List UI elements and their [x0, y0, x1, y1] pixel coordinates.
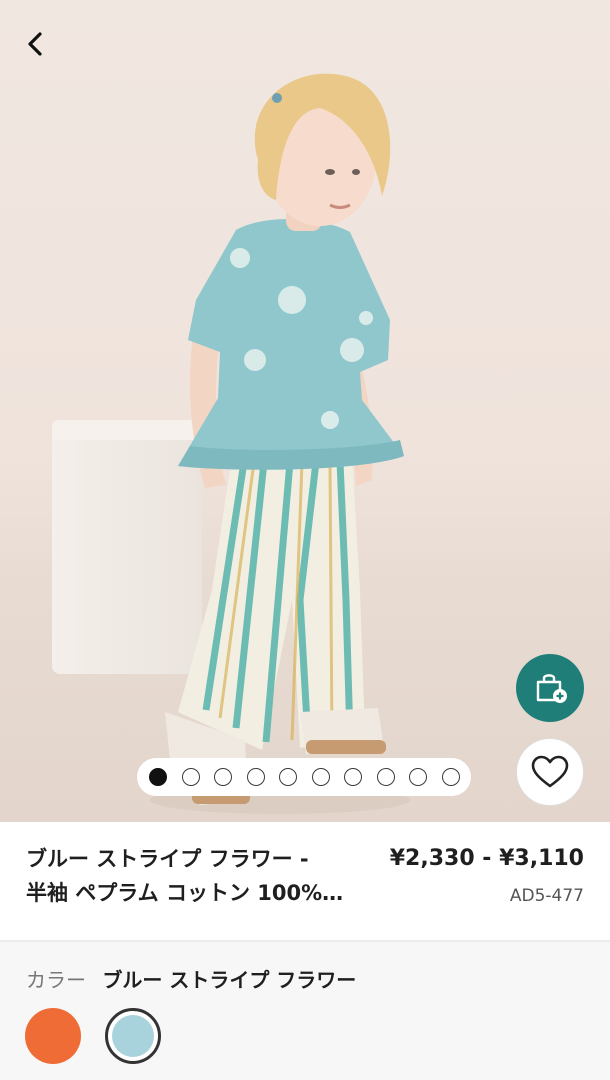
product-title: ブルー ストライプ フラワー - 半袖 ペプラム コットン 100%… — [26, 842, 376, 910]
pager-dot[interactable] — [311, 768, 330, 786]
pager-dot[interactable] — [409, 768, 428, 786]
color-label: カラー — [26, 968, 86, 992]
chevron-left-icon — [28, 32, 42, 56]
selected-color-name: ブルー ストライプ フラワー — [102, 968, 357, 992]
product-info: ブルー ストライプ フラワー - 半袖 ペプラム コットン 100%… ¥2,3… — [0, 822, 610, 940]
product-code: AD5-477 — [509, 886, 584, 906]
color-swatch-blue-fill — [112, 1015, 154, 1057]
add-to-bag-button[interactable] — [516, 654, 584, 722]
pager-dot[interactable] — [344, 768, 363, 786]
color-label-row: カラー ブルー ストライプ フラワー — [26, 966, 356, 994]
favorite-button[interactable] — [516, 738, 584, 806]
shopping-bag-plus-icon — [536, 674, 567, 703]
color-swatch-orange[interactable] — [25, 1008, 81, 1064]
product-detail-screen: ブルー ストライプ フラワー - 半袖 ペプラム コットン 100%… ¥2,3… — [0, 0, 610, 1080]
pager-dot[interactable] — [246, 768, 265, 786]
image-pager[interactable] — [137, 758, 471, 796]
product-price: ¥2,330 - ¥3,110 — [389, 846, 584, 871]
product-title-line2: 半袖 ペプラム コットン 100%… — [26, 881, 344, 905]
pager-dot[interactable] — [279, 768, 298, 786]
product-image[interactable] — [0, 0, 610, 822]
color-selector: カラー ブルー ストライプ フラワー — [0, 942, 610, 1080]
pager-dot[interactable] — [149, 768, 167, 786]
color-swatch-blue-selected[interactable] — [105, 1008, 161, 1064]
heart-outline-icon — [531, 755, 569, 788]
back-button[interactable] — [14, 22, 58, 66]
pager-dot[interactable] — [376, 768, 395, 786]
pager-dot[interactable] — [214, 768, 233, 786]
pager-dot[interactable] — [441, 768, 460, 786]
product-title-line1: ブルー ストライプ フラワー - — [26, 847, 309, 871]
pager-dot[interactable] — [181, 768, 200, 786]
